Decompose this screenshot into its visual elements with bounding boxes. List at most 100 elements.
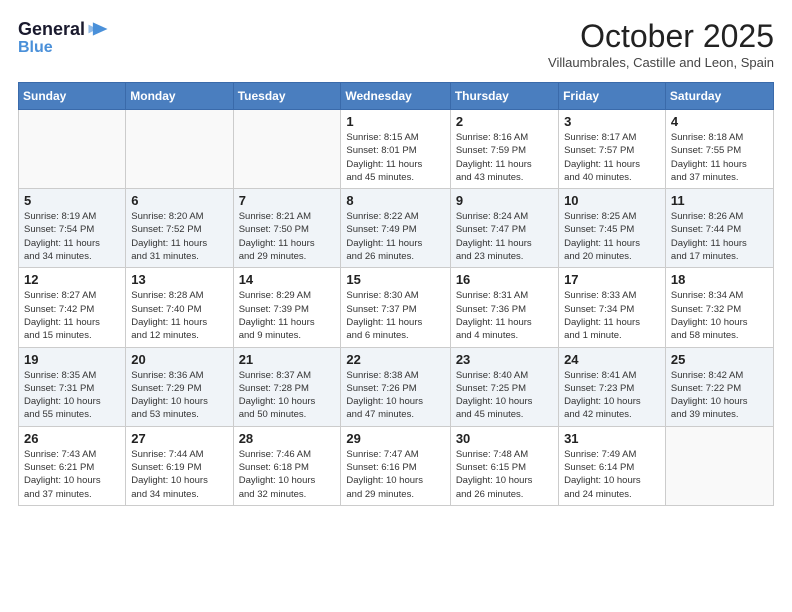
day-info: Sunrise: 8:30 AM Sunset: 7:37 PM Dayligh… [346,289,444,342]
weekday-friday: Friday [559,83,666,110]
calendar-cell: 28 Sunrise: 7:46 AM Sunset: 6:18 PM Dayli… [233,426,341,505]
day-number: 27 [131,431,227,446]
calendar-cell: 29 Sunrise: 7:47 AM Sunset: 6:16 PM Dayli… [341,426,450,505]
day-number: 29 [346,431,444,446]
day-info: Sunrise: 7:44 AM Sunset: 6:19 PM Dayligh… [131,448,227,501]
day-info: Sunrise: 8:19 AM Sunset: 7:54 PM Dayligh… [24,210,120,263]
calendar-week-5: 26 Sunrise: 7:43 AM Sunset: 6:21 PM Dayli… [19,426,774,505]
day-number: 23 [456,352,553,367]
calendar-cell: 26 Sunrise: 7:43 AM Sunset: 6:21 PM Dayli… [19,426,126,505]
day-info: Sunrise: 8:29 AM Sunset: 7:39 PM Dayligh… [239,289,336,342]
calendar-cell: 6 Sunrise: 8:20 AM Sunset: 7:52 PM Daylig… [126,189,233,268]
day-number: 14 [239,272,336,287]
calendar-cell: 1Sunrise: 8:15 AM Sunset: 8:01 PM Daylig… [341,110,450,189]
day-info: Sunrise: 8:42 AM Sunset: 7:22 PM Dayligh… [671,369,768,422]
calendar-cell: 30Sunrise: 7:48 AM Sunset: 6:15 PM Dayli… [450,426,558,505]
day-info: Sunrise: 8:20 AM Sunset: 7:52 PM Dayligh… [131,210,227,263]
calendar-cell: 9Sunrise: 8:24 AM Sunset: 7:47 PM Daylig… [450,189,558,268]
calendar-week-3: 12 Sunrise: 8:27 AM Sunset: 7:42 PM Dayli… [19,268,774,347]
calendar-cell: 19Sunrise: 8:35 AM Sunset: 7:31 PM Dayli… [19,347,126,426]
calendar-cell: 16Sunrise: 8:31 AM Sunset: 7:36 PM Dayli… [450,268,558,347]
day-info: Sunrise: 8:16 AM Sunset: 7:59 PM Dayligh… [456,131,553,184]
day-number: 11 [671,193,768,208]
calendar-cell: 17 Sunrise: 8:33 AM Sunset: 7:34 PM Dayli… [559,268,666,347]
day-number: 1 [346,114,444,129]
day-info: Sunrise: 7:47 AM Sunset: 6:16 PM Dayligh… [346,448,444,501]
day-number: 6 [131,193,227,208]
calendar-cell [19,110,126,189]
calendar-cell [665,426,773,505]
day-number: 22 [346,352,444,367]
calendar-cell: 10 Sunrise: 8:25 AM Sunset: 7:45 PM Dayli… [559,189,666,268]
day-info: Sunrise: 8:37 AM Sunset: 7:28 PM Dayligh… [239,369,336,422]
calendar-cell: 24 Sunrise: 8:41 AM Sunset: 7:23 PM Dayli… [559,347,666,426]
day-info: Sunrise: 8:18 AM Sunset: 7:55 PM Dayligh… [671,131,768,184]
calendar-cell: 22 Sunrise: 8:38 AM Sunset: 7:26 PM Dayli… [341,347,450,426]
page: General Blue October 2025 Villaumbrales,… [0,0,792,612]
weekday-thursday: Thursday [450,83,558,110]
day-number: 5 [24,193,120,208]
calendar-cell: 21Sunrise: 8:37 AM Sunset: 7:28 PM Dayli… [233,347,341,426]
day-info: Sunrise: 8:41 AM Sunset: 7:23 PM Dayligh… [564,369,660,422]
day-info: Sunrise: 8:17 AM Sunset: 7:57 PM Dayligh… [564,131,660,184]
weekday-wednesday: Wednesday [341,83,450,110]
day-info: Sunrise: 8:31 AM Sunset: 7:36 PM Dayligh… [456,289,553,342]
day-info: Sunrise: 8:21 AM Sunset: 7:50 PM Dayligh… [239,210,336,263]
day-number: 15 [346,272,444,287]
day-info: Sunrise: 8:35 AM Sunset: 7:31 PM Dayligh… [24,369,120,422]
day-info: Sunrise: 8:27 AM Sunset: 7:42 PM Dayligh… [24,289,120,342]
day-number: 24 [564,352,660,367]
day-number: 13 [131,272,227,287]
calendar-cell: 8Sunrise: 8:22 AM Sunset: 7:49 PM Daylig… [341,189,450,268]
weekday-monday: Monday [126,83,233,110]
calendar-cell: 13 Sunrise: 8:28 AM Sunset: 7:40 PM Dayli… [126,268,233,347]
calendar-cell: 23 Sunrise: 8:40 AM Sunset: 7:25 PM Dayli… [450,347,558,426]
day-info: Sunrise: 8:40 AM Sunset: 7:25 PM Dayligh… [456,369,553,422]
calendar-cell: 14 Sunrise: 8:29 AM Sunset: 7:39 PM Dayli… [233,268,341,347]
calendar-cell: 12 Sunrise: 8:27 AM Sunset: 7:42 PM Dayli… [19,268,126,347]
logo-text: General [18,20,85,38]
day-number: 7 [239,193,336,208]
day-info: Sunrise: 8:28 AM Sunset: 7:40 PM Dayligh… [131,289,227,342]
calendar-cell: 2 Sunrise: 8:16 AM Sunset: 7:59 PM Daylig… [450,110,558,189]
calendar-cell: 27 Sunrise: 7:44 AM Sunset: 6:19 PM Dayli… [126,426,233,505]
day-info: Sunrise: 7:49 AM Sunset: 6:14 PM Dayligh… [564,448,660,501]
day-number: 3 [564,114,660,129]
calendar-cell: 15 Sunrise: 8:30 AM Sunset: 7:37 PM Dayli… [341,268,450,347]
calendar-cell [126,110,233,189]
day-number: 25 [671,352,768,367]
day-info: Sunrise: 7:43 AM Sunset: 6:21 PM Dayligh… [24,448,120,501]
calendar-cell: 18Sunrise: 8:34 AM Sunset: 7:32 PM Dayli… [665,268,773,347]
day-number: 26 [24,431,120,446]
calendar-cell: 5 Sunrise: 8:19 AM Sunset: 7:54 PM Daylig… [19,189,126,268]
calendar: SundayMondayTuesdayWednesdayThursdayFrid… [18,82,774,506]
day-info: Sunrise: 8:26 AM Sunset: 7:44 PM Dayligh… [671,210,768,263]
day-number: 12 [24,272,120,287]
day-number: 8 [346,193,444,208]
calendar-cell: 20Sunrise: 8:36 AM Sunset: 7:29 PM Dayli… [126,347,233,426]
location: Villaumbrales, Castille and Leon, Spain [548,55,774,70]
day-number: 28 [239,431,336,446]
day-info: Sunrise: 8:36 AM Sunset: 7:29 PM Dayligh… [131,369,227,422]
calendar-cell: 7 Sunrise: 8:21 AM Sunset: 7:50 PM Daylig… [233,189,341,268]
day-info: Sunrise: 7:46 AM Sunset: 6:18 PM Dayligh… [239,448,336,501]
logo-blue: Blue [18,40,109,56]
header: General Blue October 2025 Villaumbrales,… [18,18,774,70]
day-info: Sunrise: 8:33 AM Sunset: 7:34 PM Dayligh… [564,289,660,342]
day-info: Sunrise: 8:25 AM Sunset: 7:45 PM Dayligh… [564,210,660,263]
month-title: October 2025 [548,18,774,55]
day-number: 2 [456,114,553,129]
day-number: 17 [564,272,660,287]
weekday-header-row: SundayMondayTuesdayWednesdayThursdayFrid… [19,83,774,110]
day-info: Sunrise: 8:38 AM Sunset: 7:26 PM Dayligh… [346,369,444,422]
day-number: 10 [564,193,660,208]
day-info: Sunrise: 8:24 AM Sunset: 7:47 PM Dayligh… [456,210,553,263]
calendar-cell: 11 Sunrise: 8:26 AM Sunset: 7:44 PM Dayli… [665,189,773,268]
logo-icon [87,18,109,40]
weekday-tuesday: Tuesday [233,83,341,110]
calendar-cell [233,110,341,189]
calendar-cell: 3 Sunrise: 8:17 AM Sunset: 7:57 PM Daylig… [559,110,666,189]
title-block: October 2025 Villaumbrales, Castille and… [548,18,774,70]
day-number: 4 [671,114,768,129]
calendar-cell: 4 Sunrise: 8:18 AM Sunset: 7:55 PM Daylig… [665,110,773,189]
